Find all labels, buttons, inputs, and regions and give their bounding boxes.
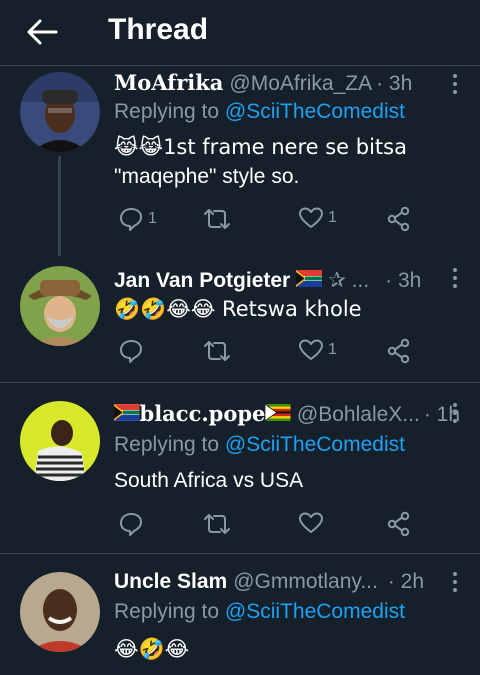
retweet-icon: [204, 514, 230, 534]
avatar[interactable]: [20, 72, 100, 152]
retweet-button[interactable]: [202, 338, 236, 364]
avatar[interactable]: [20, 401, 100, 481]
author-name[interactable]: MoAfrika: [114, 70, 223, 95]
like-button[interactable]: 1: [298, 206, 337, 230]
like-button[interactable]: [298, 511, 328, 535]
author-handle[interactable]: @Gmmotlany...: [233, 570, 378, 594]
author-name[interactable]: blacc.pope: [140, 401, 266, 426]
author-handle[interactable]: @MoAfrika_ZA: [229, 72, 372, 96]
replying-prefix: Replying to: [114, 433, 225, 456]
south-africa-flag-icon: [114, 404, 140, 421]
share-icon: [387, 206, 410, 232]
replying-prefix: Replying to: [114, 100, 225, 123]
tweet-text: 🤣🤣😂😂 Retswa khole: [114, 297, 362, 321]
replying-prefix: Replying to: [114, 600, 225, 623]
avatar[interactable]: [20, 266, 100, 346]
tweet-author-row: blacc.pope @BohlaleX... · 1h: [114, 401, 460, 427]
replying-to: Replying to @SciiTheComedist: [114, 100, 405, 124]
tweet-text: South Africa vs USA: [114, 469, 304, 492]
tweet[interactable]: blacc.pope @BohlaleX... · 1h Replying to…: [0, 383, 480, 553]
tweet[interactable]: Uncle Slam @Gmmotlany... · 2h Replying t…: [0, 554, 480, 675]
like-icon: [299, 339, 323, 360]
tweet-time: · 2h: [387, 570, 425, 593]
reply-button[interactable]: 1: [118, 206, 157, 232]
like-count: 1: [328, 341, 337, 358]
more-icon[interactable]: [452, 268, 458, 288]
mention-link[interactable]: @SciiTheComedist: [225, 433, 405, 456]
tweet-text-line: 😹😹1st frame nere se bitsa: [114, 135, 407, 159]
back-arrow-icon[interactable]: [26, 18, 58, 46]
tweet-actions: 1 1: [114, 206, 434, 234]
page-title: Thread: [108, 13, 209, 46]
share-button[interactable]: [386, 338, 412, 364]
replying-to: Replying to @SciiTheComedist: [114, 600, 405, 624]
retweet-icon: [204, 209, 230, 229]
retweet-icon: [204, 341, 230, 361]
tweet-time: · 3h: [385, 269, 422, 292]
retweet-button[interactable]: [202, 511, 236, 537]
replying-to: Replying to @SciiTheComedist: [114, 433, 405, 457]
top-bar: Thread: [0, 0, 480, 66]
south-africa-flag-icon: [296, 270, 323, 287]
avatar[interactable]: [20, 572, 100, 652]
like-count: 1: [328, 209, 337, 226]
reply-icon: [120, 208, 142, 231]
tweet-text-line: "maqephe" style so.: [114, 165, 300, 188]
reply-button[interactable]: [118, 338, 148, 364]
like-icon: [299, 512, 323, 533]
like-icon: [299, 207, 323, 228]
more-icon[interactable]: [452, 403, 458, 423]
thread-connector: [58, 156, 61, 256]
reply-button[interactable]: [118, 511, 148, 537]
mention-link[interactable]: @SciiTheComedist: [225, 600, 405, 623]
share-icon: [387, 511, 410, 537]
like-button[interactable]: 1: [298, 338, 337, 362]
author-name-suffix: ✰ ...: [328, 269, 370, 292]
share-icon: [387, 338, 410, 364]
tweet-actions: [114, 511, 434, 539]
mention-link[interactable]: @SciiTheComedist: [225, 100, 405, 123]
author-name[interactable]: Uncle Slam: [114, 570, 227, 594]
retweet-button[interactable]: [202, 206, 236, 232]
author-name[interactable]: Jan Van Potgieter: [114, 269, 290, 293]
share-button[interactable]: [386, 206, 412, 232]
more-icon[interactable]: [452, 572, 458, 592]
tweet-author-row: MoAfrika @MoAfrika_ZA · 3h: [114, 70, 460, 96]
share-button[interactable]: [386, 511, 412, 537]
tweet-text: 😂🤣😂: [114, 637, 190, 661]
zimbabwe-flag-icon: [265, 404, 291, 421]
reply-icon: [120, 340, 142, 363]
more-icon[interactable]: [452, 74, 458, 94]
tweet-time: · 3h: [376, 72, 413, 95]
reply-icon: [120, 513, 142, 536]
tweet-author-row: Jan Van Potgieter ✰ ... · 3h: [114, 268, 460, 293]
reply-count: 1: [148, 210, 157, 227]
tweet[interactable]: MoAfrika @MoAfrika_ZA · 3h Replying to @…: [0, 66, 480, 256]
tweet-actions: 1: [114, 338, 434, 366]
tweet-author-row: Uncle Slam @Gmmotlany... · 2h: [114, 570, 460, 594]
author-handle[interactable]: @BohlaleX...: [297, 403, 420, 427]
tweet-text: 😹😹1st frame nere se bitsa "maqephe" styl…: [114, 132, 460, 192]
tweet[interactable]: Jan Van Potgieter ✰ ... · 3h 🤣🤣😂😂 Retswa…: [0, 256, 480, 382]
